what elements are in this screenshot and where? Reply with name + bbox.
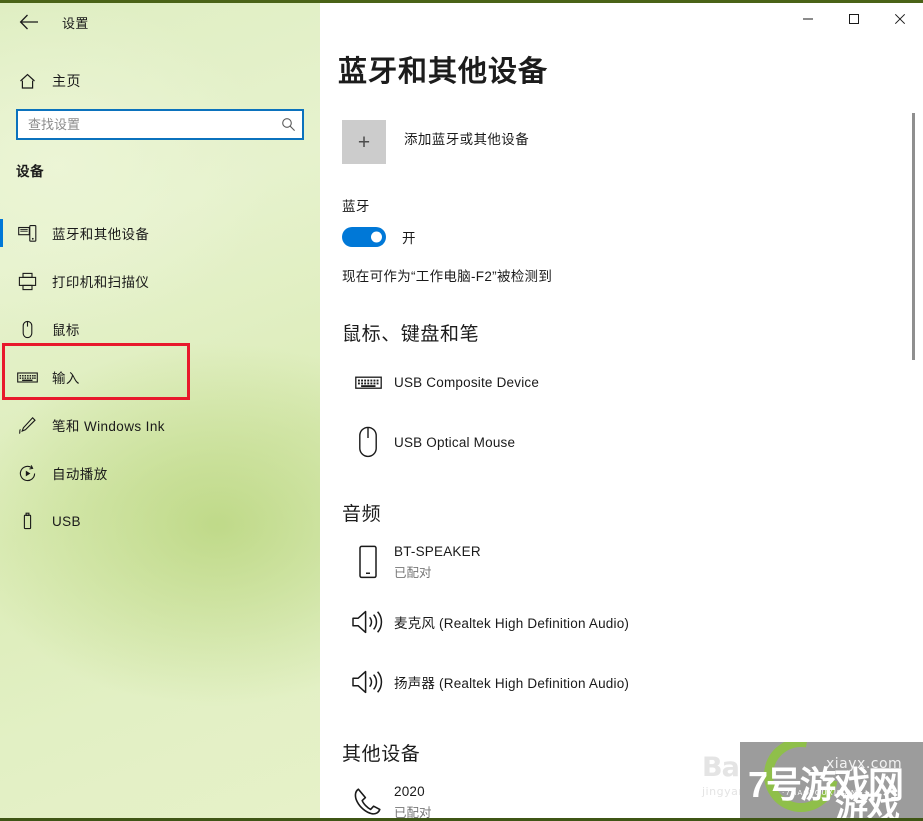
add-device-label: 添加蓝牙或其他设备 [404, 132, 530, 147]
sidebar-item-home-label: 主页 [52, 73, 81, 89]
keyboard-icon [10, 370, 44, 385]
maximize-button[interactable] [831, 3, 877, 35]
autoplay-icon [10, 464, 44, 483]
search-icon[interactable] [274, 111, 302, 138]
list-item[interactable]: BT-SPEAKER 已配对 [342, 532, 902, 592]
device-name: 麦克风 (Realtek High Definition Audio) [394, 616, 630, 631]
add-device-button[interactable]: + 添加蓝牙或其他设备 [342, 120, 529, 164]
pen-icon [10, 416, 44, 435]
sidebar-item-home[interactable]: 主页 [14, 64, 306, 98]
sidebar-item-mouse[interactable]: 鼠标 [0, 305, 320, 353]
plus-icon: + [342, 120, 386, 164]
section-title: 鼠标、键盘和笔 [342, 324, 480, 345]
keyboard-icon [342, 373, 394, 392]
phone-device-icon [342, 545, 394, 579]
sidebar-item-pen-ink-label: 笔和 Windows Ink [52, 419, 165, 434]
close-button[interactable] [877, 3, 923, 35]
device-name: 2020 [394, 783, 425, 799]
phone-call-icon [342, 786, 394, 818]
navigation-pane: 设置 主页 设备 [0, 3, 320, 818]
device-info: 麦克风 (Realtek High Definition Audio) [394, 612, 629, 632]
content-pane: 蓝牙和其他设备 + 添加蓝牙或其他设备 蓝牙 开 现在可作为“工作电脑-F2”被… [320, 3, 923, 818]
list-item[interactable]: USB Optical Mouse [342, 412, 902, 472]
sidebar-item-printers[interactable]: 打印机和扫描仪 [0, 257, 320, 305]
mouse-icon [10, 320, 44, 339]
device-info: 扬声器 (Realtek High Definition Audio) [394, 672, 629, 692]
device-info: USB Optical Mouse [394, 435, 515, 450]
app-title: 设置 [62, 15, 89, 31]
device-name: USB Composite Device [394, 374, 540, 390]
device-status: 已配对 [394, 565, 432, 580]
home-icon [14, 73, 40, 90]
bluetooth-toggle[interactable] [342, 227, 386, 247]
window-controls [785, 3, 923, 35]
device-info: USB Composite Device [394, 375, 539, 390]
search-input[interactable] [18, 111, 274, 138]
toggle-knob [371, 231, 382, 243]
settings-window: 设置 主页 设备 [0, 0, 923, 821]
plus-glyph: + [357, 130, 371, 154]
device-status: 已配对 [394, 805, 432, 819]
sidebar-item-bluetooth-label: 蓝牙和其他设备 [52, 227, 150, 242]
device-info: BT-SPEAKER 已配对 [394, 544, 481, 581]
sidebar-item-mouse-label: 鼠标 [52, 323, 80, 338]
printer-icon [10, 272, 44, 291]
bluetooth-discoverable-note: 现在可作为“工作电脑-F2”被检测到 [342, 269, 553, 284]
sidebar-item-bluetooth[interactable]: 蓝牙和其他设备 [0, 209, 320, 257]
sidebar-item-usb[interactable]: USB [0, 497, 320, 545]
sidebar-item-typing[interactable]: 输入 [0, 353, 320, 401]
site-watermark-logo: xiayx.com 7号游戏网 ·7HAOYOUXIWANG· 游戏 [740, 742, 923, 818]
selection-indicator [0, 219, 3, 247]
scrollbar-thumb[interactable] [912, 113, 915, 360]
bluetooth-devices-icon [10, 224, 44, 243]
list-item[interactable]: 扬声器 (Realtek High Definition Audio) [342, 652, 902, 712]
nav-list: 蓝牙和其他设备 打印机和扫描仪 鼠标 输入 笔和 Windows Ink 自动播… [0, 209, 320, 545]
watermark-brand-text-secondary: 游戏 [835, 788, 900, 818]
sidebar-item-typing-label: 输入 [52, 371, 80, 386]
sidebar-item-autoplay[interactable]: 自动播放 [0, 449, 320, 497]
list-item[interactable]: USB Composite Device [342, 352, 902, 412]
usb-icon [10, 512, 44, 531]
device-name: BT-SPEAKER [394, 543, 481, 559]
device-info: 2020 已配对 [394, 784, 432, 819]
sidebar-item-pen-ink[interactable]: 笔和 Windows Ink [0, 401, 320, 449]
nav-group-title: 设备 [16, 164, 45, 179]
minimize-button[interactable] [785, 3, 831, 35]
device-name: 扬声器 (Realtek High Definition Audio) [394, 676, 630, 691]
section-input-devices: 鼠标、键盘和笔 USB Composite Device USB Optical… [342, 319, 902, 472]
search-box[interactable] [16, 109, 304, 140]
bluetooth-toggle-label: 开 [402, 231, 416, 246]
device-name: USB Optical Mouse [394, 434, 516, 450]
speaker-icon [342, 608, 394, 636]
bluetooth-heading: 蓝牙 [342, 199, 370, 214]
sidebar-item-usb-label: USB [52, 513, 81, 529]
list-item[interactable]: 麦克风 (Realtek High Definition Audio) [342, 592, 902, 652]
sidebar-item-autoplay-label: 自动播放 [52, 467, 108, 482]
window-top-border [0, 0, 923, 3]
bluetooth-section: 蓝牙 开 现在可作为“工作电脑-F2”被检测到 [342, 195, 552, 285]
title-bar: 设置 [0, 3, 320, 41]
section-audio: 音频 BT-SPEAKER 已配对 麦克风 (Realtek High Defi… [342, 499, 902, 712]
bluetooth-toggle-row: 开 [342, 227, 552, 247]
page-title: 蓝牙和其他设备 [338, 56, 549, 88]
speaker-icon [342, 668, 394, 696]
mouse-icon [342, 426, 394, 458]
sidebar-item-printers-label: 打印机和扫描仪 [52, 275, 150, 290]
back-arrow-icon[interactable] [6, 5, 52, 39]
section-title: 音频 [342, 504, 382, 525]
vertical-scrollbar[interactable] [907, 41, 921, 811]
